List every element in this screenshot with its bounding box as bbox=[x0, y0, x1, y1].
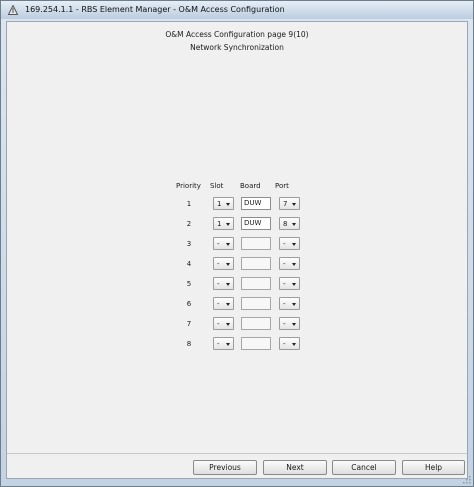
board-input[interactable] bbox=[241, 277, 271, 290]
slot-value: - bbox=[217, 300, 220, 308]
port-value: 7 bbox=[283, 200, 288, 208]
board-input[interactable]: DUW bbox=[241, 197, 271, 210]
col-header-priority: Priority bbox=[176, 182, 201, 190]
port-value: - bbox=[283, 300, 286, 308]
priority-value: 3 bbox=[186, 240, 192, 248]
slot-value: - bbox=[217, 280, 220, 288]
chevron-down-icon bbox=[226, 323, 230, 326]
priority-value: 5 bbox=[186, 280, 192, 288]
col-header-port: Port bbox=[275, 182, 289, 190]
board-input[interactable] bbox=[241, 317, 271, 330]
app-triangle-icon bbox=[8, 5, 18, 15]
slot-dropdown[interactable]: 1 bbox=[213, 217, 234, 230]
chevron-down-icon bbox=[292, 243, 296, 246]
port-dropdown[interactable]: - bbox=[279, 237, 300, 250]
port-dropdown[interactable]: 7 bbox=[279, 197, 300, 210]
footer-divider bbox=[7, 453, 467, 454]
chevron-down-icon bbox=[292, 323, 296, 326]
port-value: - bbox=[283, 340, 286, 348]
priority-value: 6 bbox=[186, 300, 192, 308]
port-dropdown[interactable]: - bbox=[279, 277, 300, 290]
board-input[interactable] bbox=[241, 237, 271, 250]
chevron-down-icon bbox=[292, 283, 296, 286]
port-value: - bbox=[283, 320, 286, 328]
port-dropdown[interactable]: - bbox=[279, 337, 300, 350]
slot-dropdown[interactable]: - bbox=[213, 297, 234, 310]
board-input[interactable] bbox=[241, 257, 271, 270]
chevron-down-icon bbox=[226, 243, 230, 246]
port-value: - bbox=[283, 240, 286, 248]
board-input[interactable] bbox=[241, 297, 271, 310]
port-dropdown[interactable]: - bbox=[279, 257, 300, 270]
slot-value: - bbox=[217, 320, 220, 328]
next-button[interactable]: Next bbox=[263, 460, 327, 475]
slot-value: 1 bbox=[217, 220, 222, 228]
slot-dropdown[interactable]: - bbox=[213, 237, 234, 250]
slot-dropdown[interactable]: - bbox=[213, 317, 234, 330]
board-input[interactable]: DUW bbox=[241, 217, 271, 230]
help-button[interactable]: Help bbox=[402, 460, 465, 475]
col-header-slot: Slot bbox=[210, 182, 224, 190]
chevron-down-icon bbox=[226, 283, 230, 286]
previous-button[interactable]: Previous bbox=[193, 460, 257, 475]
priority-value: 1 bbox=[186, 200, 192, 208]
window-title: 169.254.1.1 - RBS Element Manager - O&M … bbox=[25, 5, 285, 14]
page-subtitle: Network Synchronization bbox=[190, 43, 284, 52]
resize-grip-icon[interactable] bbox=[463, 476, 471, 484]
chevron-down-icon bbox=[226, 343, 230, 346]
content-panel: O&M Access Configuration page 9(10) Netw… bbox=[6, 21, 468, 479]
priority-value: 4 bbox=[186, 260, 192, 268]
chevron-down-icon bbox=[292, 303, 296, 306]
priority-value: 2 bbox=[186, 220, 192, 228]
port-value: - bbox=[283, 260, 286, 268]
slot-value: - bbox=[217, 340, 220, 348]
page-title: O&M Access Configuration page 9(10) bbox=[165, 30, 309, 39]
chevron-down-icon bbox=[292, 223, 296, 226]
port-dropdown[interactable]: - bbox=[279, 317, 300, 330]
slot-dropdown[interactable]: 1 bbox=[213, 197, 234, 210]
chevron-down-icon bbox=[226, 303, 230, 306]
port-value: - bbox=[283, 280, 286, 288]
chevron-down-icon bbox=[292, 343, 296, 346]
port-dropdown[interactable]: 8 bbox=[279, 217, 300, 230]
chevron-down-icon bbox=[292, 203, 296, 206]
priority-value: 7 bbox=[186, 320, 192, 328]
slot-value: - bbox=[217, 240, 220, 248]
app-window: 169.254.1.1 - RBS Element Manager - O&M … bbox=[0, 0, 474, 487]
slot-dropdown[interactable]: - bbox=[213, 337, 234, 350]
slot-value: 1 bbox=[217, 200, 222, 208]
chevron-down-icon bbox=[226, 263, 230, 266]
priority-value: 8 bbox=[186, 340, 192, 348]
slot-dropdown[interactable]: - bbox=[213, 277, 234, 290]
port-dropdown[interactable]: - bbox=[279, 297, 300, 310]
port-value: 8 bbox=[283, 220, 288, 228]
slot-value: - bbox=[217, 260, 220, 268]
cancel-button[interactable]: Cancel bbox=[332, 460, 396, 475]
chevron-down-icon bbox=[226, 203, 230, 206]
chevron-down-icon bbox=[226, 223, 230, 226]
slot-dropdown[interactable]: - bbox=[213, 257, 234, 270]
chevron-down-icon bbox=[292, 263, 296, 266]
title-bar[interactable]: 169.254.1.1 - RBS Element Manager - O&M … bbox=[1, 1, 473, 19]
col-header-board: Board bbox=[240, 182, 261, 190]
board-input[interactable] bbox=[241, 337, 271, 350]
